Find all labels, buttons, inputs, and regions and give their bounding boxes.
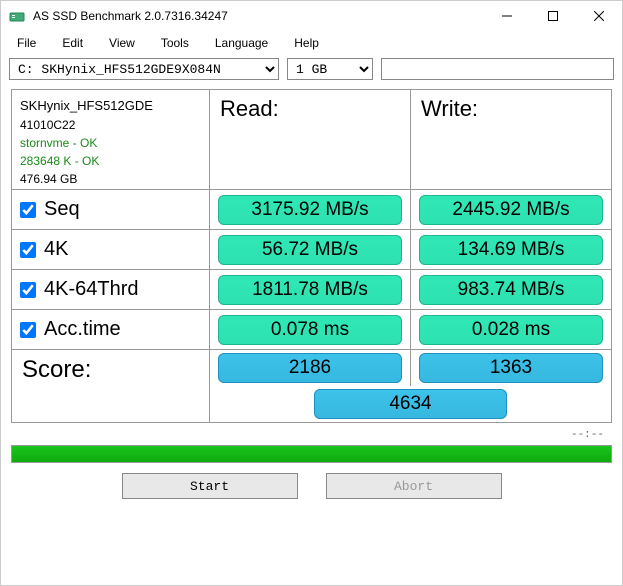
drive-select[interactable]: C: SKHynix_HFS512GDE9X084N (9, 58, 279, 80)
4k-label: 4K (44, 238, 68, 261)
menu-view[interactable]: View (97, 33, 147, 53)
drive-capacity: 476.94 GB (20, 170, 201, 188)
4k64-read-value: 1811.78 MB/s (218, 275, 402, 305)
4k64-write-value: 983.74 MB/s (419, 275, 603, 305)
seq-write-value: 2445.92 MB/s (419, 195, 603, 225)
4k-checkbox[interactable] (20, 242, 36, 258)
menu-help[interactable]: Help (282, 33, 331, 53)
4k-read-value: 56.72 MB/s (218, 235, 402, 265)
seq-read-value: 3175.92 MB/s (218, 195, 402, 225)
minimize-button[interactable] (484, 1, 530, 31)
seq-checkbox[interactable] (20, 202, 36, 218)
menu-edit[interactable]: Edit (50, 33, 95, 53)
search-input[interactable] (381, 58, 614, 80)
maximize-button[interactable] (530, 1, 576, 31)
drive-info-panel: SKHynix_HFS512GDE 41010C22 stornvme - OK… (12, 90, 210, 189)
drive-model: SKHynix_HFS512GDE (20, 96, 201, 116)
acc-read-value: 0.078 ms (218, 315, 402, 345)
score-label: Score: (12, 350, 210, 422)
align-status: 283648 K - OK (20, 152, 201, 170)
status-time: --:-- (1, 427, 622, 443)
4k-write-value: 134.69 MB/s (419, 235, 603, 265)
drive-firmware: 41010C22 (20, 116, 201, 134)
app-icon (9, 8, 25, 24)
menu-file[interactable]: File (5, 33, 48, 53)
score-write: 1363 (419, 353, 603, 383)
abort-button[interactable]: Abort (326, 473, 502, 499)
acc-checkbox[interactable] (20, 322, 36, 338)
acc-write-value: 0.028 ms (419, 315, 603, 345)
menu-language[interactable]: Language (203, 33, 280, 53)
4k64-checkbox[interactable] (20, 282, 36, 298)
size-select[interactable]: 1 GB (287, 58, 373, 80)
driver-status: stornvme - OK (20, 134, 201, 152)
menu-tools[interactable]: Tools (149, 33, 201, 53)
progress-bar (11, 445, 612, 463)
4k64-label: 4K-64Thrd (44, 278, 139, 301)
window-title: AS SSD Benchmark 2.0.7316.34247 (33, 9, 484, 23)
read-header: Read: (210, 90, 411, 189)
seq-label: Seq (44, 198, 80, 221)
score-read: 2186 (218, 353, 402, 383)
close-button[interactable] (576, 1, 622, 31)
acc-label: Acc.time (44, 318, 121, 341)
start-button[interactable]: Start (122, 473, 298, 499)
progress-fill (12, 446, 611, 462)
write-header: Write: (411, 90, 611, 189)
score-total: 4634 (314, 389, 506, 419)
